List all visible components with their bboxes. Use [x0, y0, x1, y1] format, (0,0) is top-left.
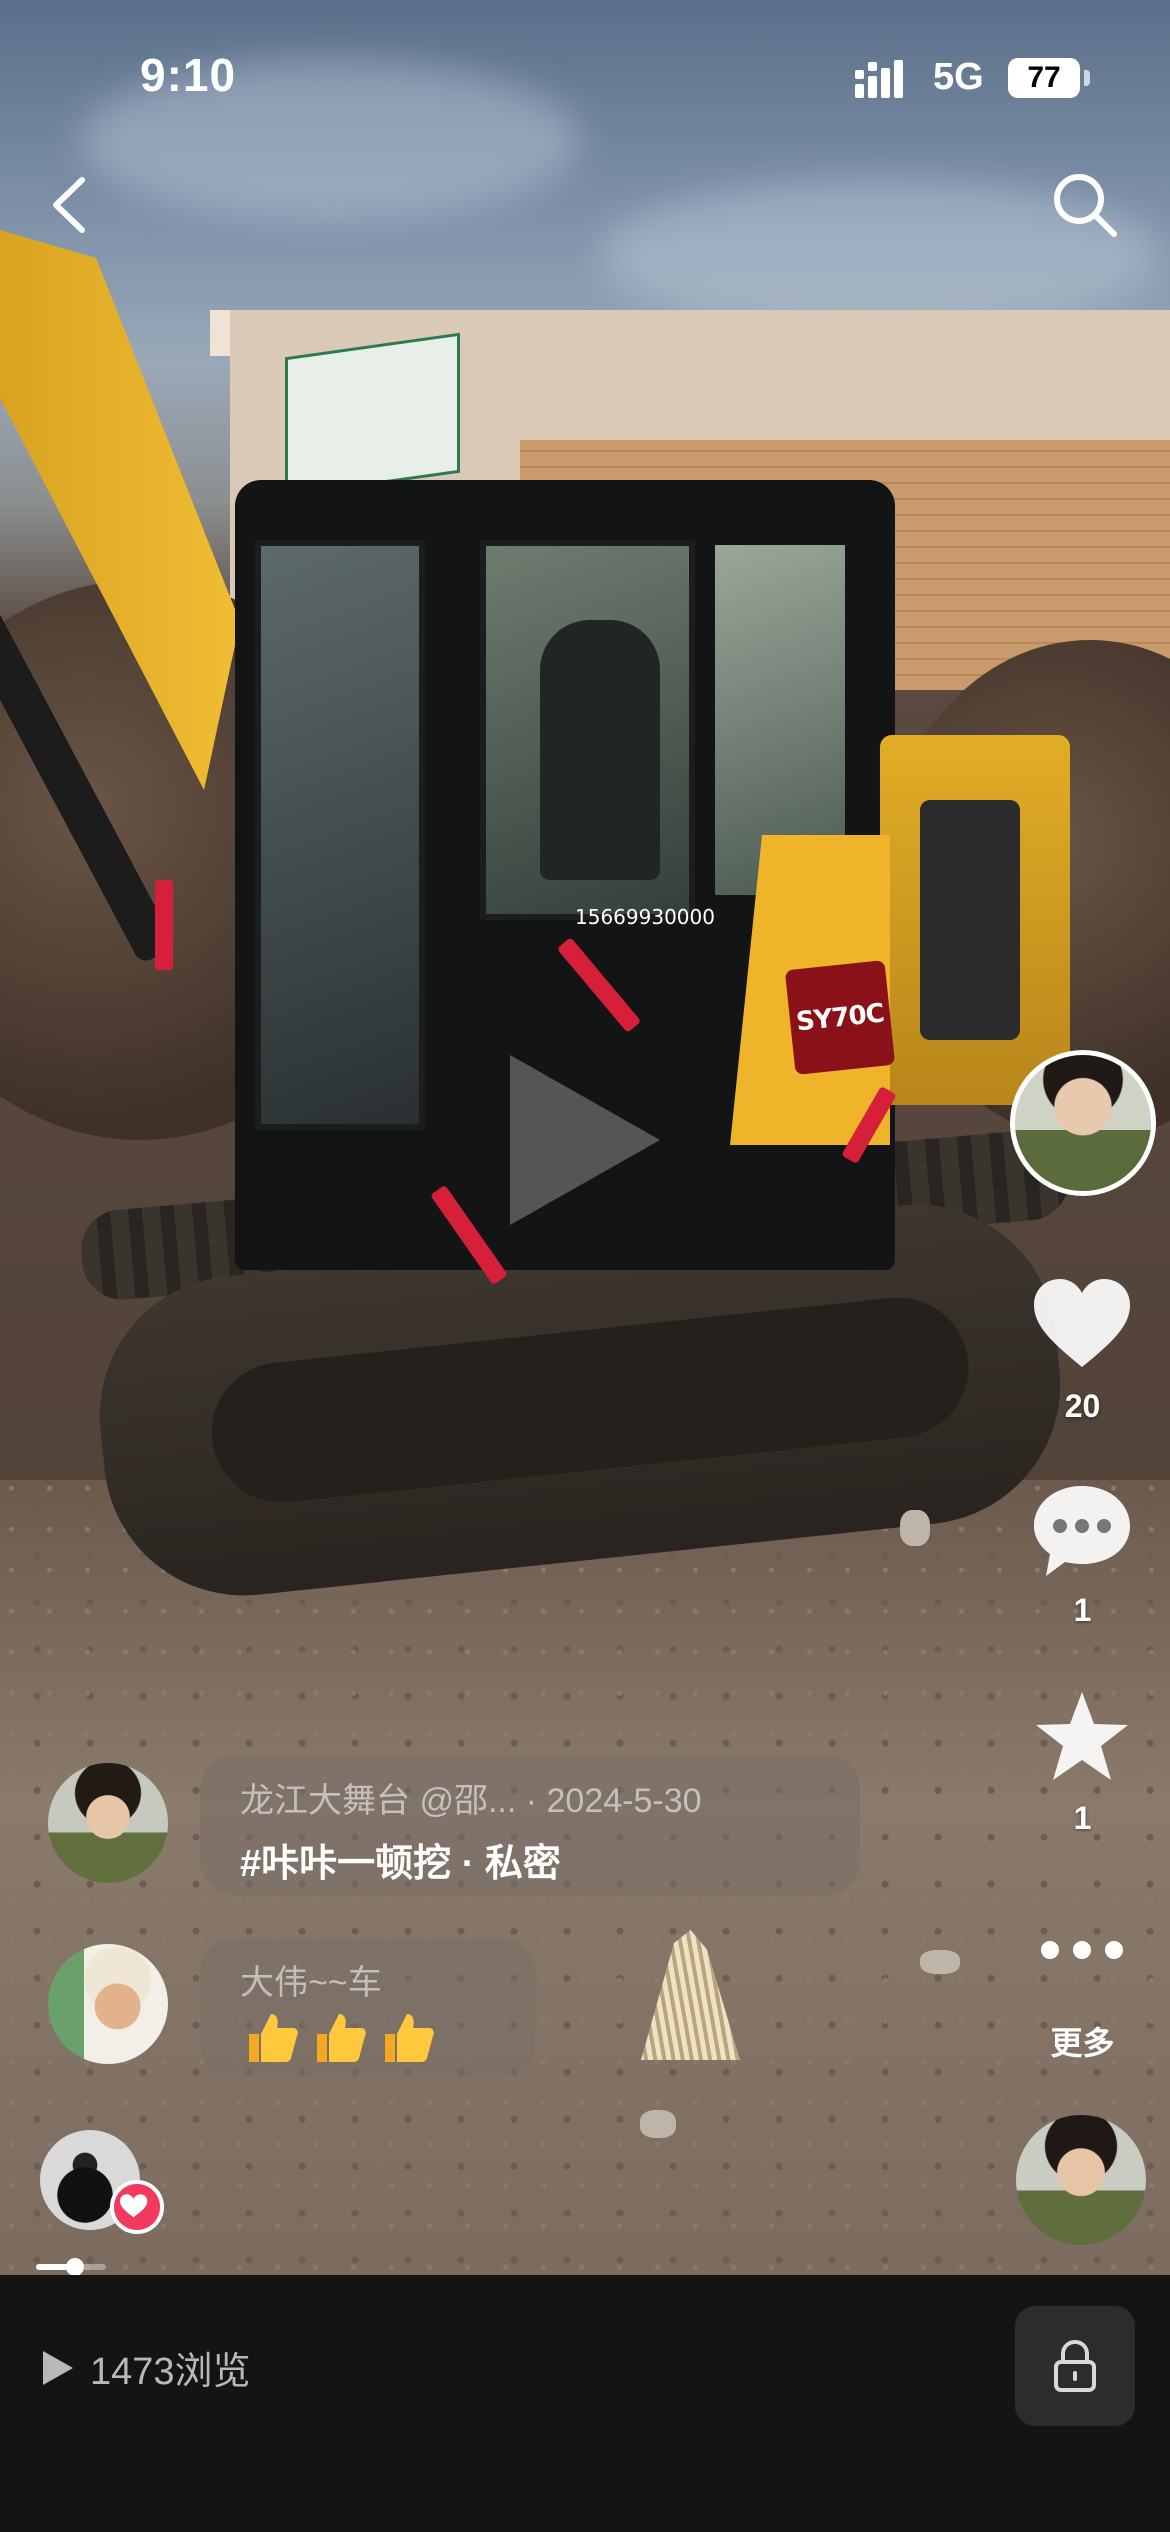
heart-icon[interactable]: [1030, 1275, 1135, 1375]
comment-meta: 龙江大舞台 @邵... · 2024-5-30: [240, 1782, 702, 1820]
author-avatar[interactable]: [1010, 1050, 1156, 1196]
thumbs-up-icon: [249, 2014, 298, 2062]
lock-icon: [1054, 2339, 1096, 2392]
comment-text: #咔咔一顿挖 · 私密: [240, 1843, 561, 1885]
operator: [540, 620, 660, 880]
view-count-label: 1473浏览: [90, 2351, 251, 2393]
engine-grille: [920, 800, 1020, 1040]
play-icon[interactable]: [500, 1045, 670, 1235]
chevron-left-icon[interactable]: [40, 170, 100, 240]
more-icon[interactable]: [1030, 1925, 1135, 1975]
comment-meta: 大伟~~车: [240, 1964, 382, 2002]
signal-icon: [855, 60, 903, 98]
play-small-icon: [43, 2350, 73, 2385]
clock: 9:10: [140, 49, 237, 101]
stone: [640, 2110, 676, 2138]
privacy-button[interactable]: [1015, 2306, 1135, 2426]
cab-phone-number: 15669930000: [575, 905, 715, 929]
more-label[interactable]: 更多: [1000, 2018, 1165, 2064]
cab-window: [255, 540, 425, 1130]
favorite-count: 1: [1073, 1800, 1092, 1836]
music-disc-avatar[interactable]: [1016, 2115, 1146, 2245]
thumbs-up-icon: [317, 2014, 366, 2062]
red-ribbon: [155, 880, 173, 970]
comment-count: 1: [1073, 1592, 1092, 1628]
bottom-bar: [0, 2275, 1170, 2532]
like-count: 20: [1064, 1388, 1101, 1424]
battery-tip: [1084, 70, 1090, 86]
thumbs-up-icon: [385, 2014, 434, 2062]
stone: [900, 1510, 930, 1546]
commenter-avatar[interactable]: [48, 1944, 168, 2064]
search-icon[interactable]: [1048, 168, 1120, 240]
progress-knob[interactable]: [65, 2258, 84, 2276]
view-count: 1473浏览: [40, 2340, 251, 2395]
battery-icon: 77: [1008, 58, 1080, 98]
commenter-avatar[interactable]: [48, 1763, 168, 1883]
heart-badge-icon: [110, 2180, 164, 2234]
video-player[interactable]: 15669930000 SY70C: [0, 0, 1170, 2275]
comment-icon[interactable]: [1030, 1480, 1135, 1580]
status-bar: 9:10 5G 77: [0, 0, 1170, 150]
star-icon[interactable]: [1030, 1688, 1135, 1788]
building-sign: [285, 332, 460, 498]
network-type: 5G: [933, 56, 984, 98]
stone: [920, 1950, 960, 1974]
